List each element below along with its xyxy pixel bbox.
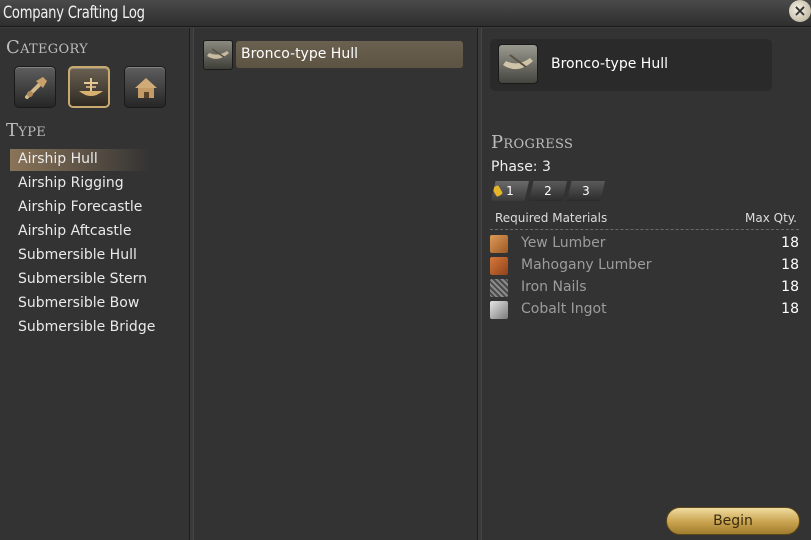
category-button-house[interactable] [124,66,166,108]
recipe-item-bronco-type-hull[interactable]: Bronco-type Hull [236,41,463,68]
material-qty: 18 [781,301,799,317]
hull-icon [498,44,538,84]
category-button-airship[interactable] [68,66,110,108]
material-name: Cobalt Ingot [521,301,607,317]
material-row[interactable]: Iron Nails 18 [490,276,799,298]
category-heading: Category [6,37,89,58]
phase-tab-3[interactable]: 3 [567,181,605,201]
hull-icon [203,40,233,70]
material-row[interactable]: Cobalt Ingot 18 [490,298,799,320]
type-item-airship-rigging[interactable]: Airship Rigging [18,175,124,191]
recipe-detail-panel: Bronco-type Hull Progress Phase: 3 1 2 3… [481,28,811,540]
recipe-label: Bronco-type Hull [241,46,358,62]
material-qty: 18 [781,279,799,295]
material-name: Yew Lumber [521,235,606,251]
type-item-submersible-hull[interactable]: Submersible Hull [18,247,137,263]
material-row[interactable]: Yew Lumber 18 [490,232,799,254]
nails-icon [490,279,508,297]
item-name: Bronco-type Hull [551,56,668,72]
material-qty: 18 [781,257,799,273]
category-button-hammer[interactable] [14,66,56,108]
lumber-icon [490,257,508,275]
materials-header-label: Required Materials [495,211,608,225]
type-item-airship-aftcastle[interactable]: Airship Aftcastle [18,223,131,239]
type-heading: Type [6,120,47,141]
close-icon: × [793,1,807,20]
selected-item-card: Bronco-type Hull [490,39,772,91]
material-row[interactable]: Mahogany Lumber 18 [490,254,799,276]
max-qty-header-label: Max Qty. [745,211,797,225]
phase-tab-label: 1 [506,184,514,198]
ingot-icon [490,301,508,319]
hammer-icon [25,77,47,99]
phase-tab-1[interactable]: 1 [491,181,529,201]
phase-label: Phase: 3 [491,159,551,175]
materials-header: Required Materials Max Qty. [490,208,799,230]
material-qty: 18 [781,235,799,251]
house-icon [135,78,157,98]
type-item-submersible-bow[interactable]: Submersible Bow [18,295,139,311]
recipe-list-panel: Bronco-type Hull [193,28,478,540]
lumber-icon [490,235,508,253]
begin-button[interactable]: Begin [666,507,800,535]
material-name: Mahogany Lumber [521,257,652,273]
close-button[interactable]: × [789,0,811,22]
phase-tab-2[interactable]: 2 [529,181,567,201]
airship-icon [79,78,103,96]
type-item-submersible-stern[interactable]: Submersible Stern [18,271,147,287]
title-bar: Company Crafting Log × [0,0,811,27]
window-title: Company Crafting Log [3,3,145,23]
progress-heading: Progress [491,132,574,153]
material-name: Iron Nails [521,279,587,295]
current-phase-marker-icon [491,184,504,198]
category-panel: Category Type Airship Hull Airship Riggi… [0,28,190,540]
phase-tab-label: 3 [582,184,590,198]
phase-tab-label: 2 [544,184,552,198]
type-item-submersible-bridge[interactable]: Submersible Bridge [18,319,155,335]
type-item-airship-forecastle[interactable]: Airship Forecastle [18,199,142,215]
type-item-airship-hull[interactable]: Airship Hull [18,151,98,167]
